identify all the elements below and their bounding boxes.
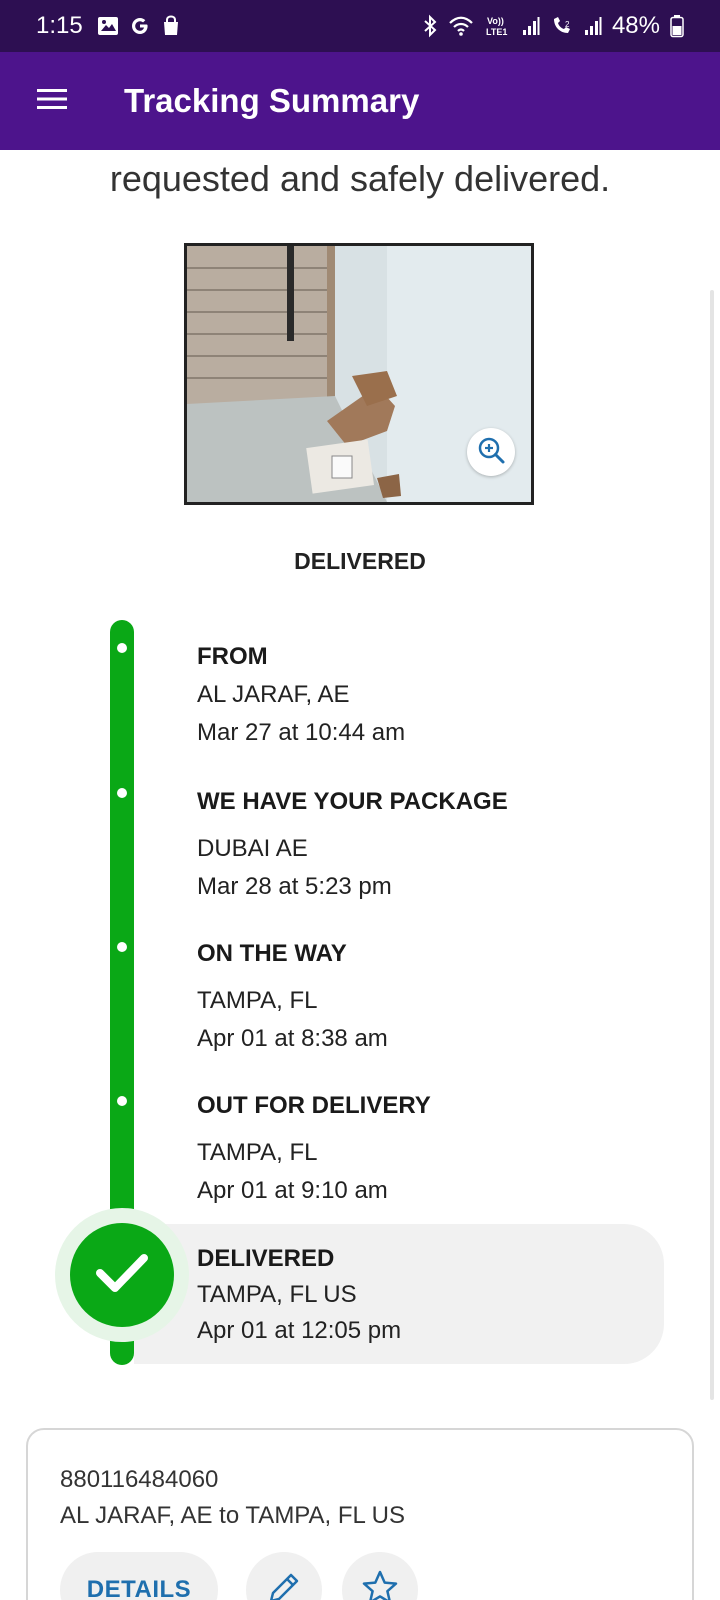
shipment-route: AL JARAF, AE to TAMPA, FL US	[60, 1502, 405, 1529]
app-bar: Tracking Summary	[0, 52, 720, 150]
event-title: OUT FOR DELIVERY	[197, 1092, 431, 1119]
event-location: DUBAI AE	[197, 835, 308, 862]
timeline-dot	[117, 643, 127, 653]
event-title: DELIVERED	[197, 1245, 335, 1272]
status-right: Vo)) LTE1 2 48%	[422, 12, 684, 40]
volte-icon: Vo)) LTE1	[484, 14, 512, 38]
event-location: TAMPA, FL	[197, 1139, 318, 1166]
bluetooth-icon	[422, 14, 438, 38]
event-location: TAMPA, FL US	[197, 1281, 357, 1308]
zoom-in-icon	[476, 435, 506, 470]
event-time: Mar 27 at 10:44 am	[197, 719, 406, 746]
status-time: 1:15	[36, 12, 83, 39]
event-title: WE HAVE YOUR PACKAGE	[197, 788, 508, 815]
signal-sim2-icon	[584, 16, 602, 36]
edit-button[interactable]	[246, 1552, 322, 1600]
shopping-bag-icon	[161, 15, 181, 37]
favorite-button[interactable]	[342, 1552, 418, 1600]
details-button[interactable]: DETAILS	[60, 1552, 218, 1600]
event-time: Apr 01 at 9:10 am	[197, 1177, 388, 1204]
battery-icon	[670, 14, 684, 38]
timeline-dot	[117, 942, 127, 952]
tracking-number: 880116484060	[60, 1466, 219, 1493]
event-time: Mar 28 at 5:23 pm	[197, 873, 392, 900]
timeline-dot	[117, 1096, 127, 1106]
event-location: TAMPA, FL	[197, 987, 318, 1014]
menu-button[interactable]	[24, 73, 80, 129]
signal-sim1-icon	[522, 16, 540, 36]
gallery-icon	[97, 16, 119, 36]
delivery-intro-text: requested and safely delivered.	[109, 158, 611, 199]
event-time: Apr 01 at 12:05 pm	[197, 1317, 402, 1344]
delivered-marker	[70, 1223, 174, 1327]
status-bar: 1:15 Vo)) LTE1 2 48%	[0, 0, 720, 52]
checkmark-icon	[94, 1251, 150, 1300]
delivery-photo[interactable]	[184, 243, 534, 505]
event-location: AL JARAF, AE	[197, 681, 350, 708]
shipment-summary-card: 880116484060 AL JARAF, AE to TAMPA, FL U…	[26, 1428, 694, 1600]
star-icon	[360, 1568, 400, 1600]
status-left: 1:15	[36, 12, 181, 40]
scrollbar[interactable]	[710, 290, 714, 1400]
timeline-event-current: DELIVERED TAMPA, FL US Apr 01 at 12:05 p…	[197, 1245, 667, 1345]
event-title: FROM	[197, 643, 268, 670]
google-icon	[129, 15, 151, 37]
battery-percent: 48%	[611, 12, 660, 39]
delivery-status-heading: DELIVERED	[294, 548, 426, 574]
event-title: ON THE WAY	[197, 940, 347, 967]
hamburger-menu-icon	[37, 88, 67, 115]
timeline-event: FROM AL JARAF, AE Mar 27 at 10:44 am	[197, 643, 667, 747]
timeline-event: ON THE WAY TAMPA, FL Apr 01 at 8:38 am	[197, 940, 667, 1053]
svg-text:Vo)): Vo))	[487, 16, 504, 26]
event-time: Apr 01 at 8:38 am	[197, 1025, 388, 1052]
svg-text:LTE1: LTE1	[486, 27, 507, 37]
zoom-photo-button[interactable]	[467, 428, 515, 476]
timeline-dot	[117, 788, 127, 798]
timeline-event: OUT FOR DELIVERY TAMPA, FL Apr 01 at 9:1…	[197, 1092, 667, 1205]
pencil-icon	[265, 1569, 303, 1600]
wifi-calling-icon: 2	[550, 15, 574, 37]
wifi-icon	[448, 15, 474, 37]
timeline-event: WE HAVE YOUR PACKAGE DUBAI AE Mar 28 at …	[197, 788, 667, 901]
svg-text:2: 2	[565, 20, 570, 29]
page-title: Tracking Summary	[124, 82, 420, 119]
